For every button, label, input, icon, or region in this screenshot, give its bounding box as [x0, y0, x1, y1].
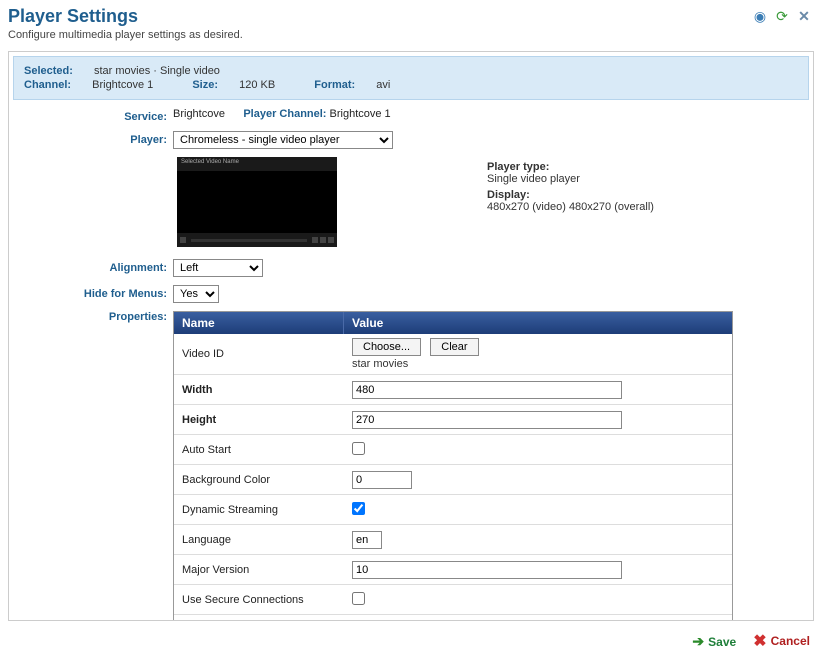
clear-button[interactable]: Clear [430, 338, 478, 356]
help-icon[interactable]: ◉ [752, 8, 768, 24]
prop-name: Width [174, 380, 344, 400]
prop-name: Auto Start [174, 440, 344, 460]
save-label: Save [708, 635, 736, 649]
height-input[interactable] [352, 411, 622, 429]
auto-start-checkbox[interactable] [352, 442, 365, 455]
table-row-show-no-content: Show No Content [174, 615, 732, 621]
hide-for-menus-select[interactable]: Yes [173, 285, 219, 303]
prop-name: Use Secure Connections [174, 590, 344, 610]
table-row-language: Language [174, 525, 732, 555]
alignment-label: Alignment: [13, 259, 173, 277]
dynamic-streaming-checkbox[interactable] [352, 502, 365, 515]
player-label: Player: [13, 131, 173, 149]
language-input[interactable] [352, 531, 382, 549]
display-label: Display: [487, 189, 654, 201]
prop-name: Video ID [174, 344, 344, 364]
player-select[interactable]: Chromeless - single video player [173, 131, 393, 149]
service-label: Service: [13, 108, 173, 123]
size-label: Size: [192, 79, 218, 91]
channel-label: Channel: [24, 79, 71, 91]
major-version-input[interactable] [352, 561, 622, 579]
prop-name: Show No Content [174, 620, 344, 622]
table-row-video-id: Video ID Choose... Clear star movies [174, 334, 732, 375]
hide-for-menus-label: Hide for Menus: [13, 285, 173, 303]
size-value: 120 KB [239, 79, 275, 91]
service-value: Brightcove [173, 108, 225, 120]
cancel-label: Cancel [771, 634, 810, 648]
preview-titlebar: Selected Video Name [177, 157, 337, 171]
save-arrow-icon: ➔ [692, 633, 704, 650]
player-type-label: Player type: [487, 161, 654, 173]
table-row-bg-color: Background Color [174, 465, 732, 495]
properties-label: Properties: [13, 311, 173, 621]
refresh-icon[interactable]: ⟳ [774, 8, 790, 24]
properties-body[interactable]: Video ID Choose... Clear star movies Wid… [174, 334, 732, 621]
alignment-row: Alignment: Left [9, 255, 813, 281]
width-input[interactable] [352, 381, 622, 399]
col-value-header: Value [344, 312, 732, 334]
player-channel-label: Player Channel: [243, 108, 326, 120]
player-preview: Selected Video Name [177, 157, 337, 247]
channel-value: Brightcove 1 [92, 79, 153, 91]
player-type-value: Single video player [487, 173, 654, 185]
save-button[interactable]: ➔ Save [692, 633, 736, 650]
alignment-select[interactable]: Left [173, 259, 263, 277]
table-row-major-version: Major Version [174, 555, 732, 585]
service-row: Service: Brightcove Player Channel: Brig… [9, 104, 813, 127]
prop-name: Major Version [174, 560, 344, 580]
hide-for-menus-row: Hide for Menus: Yes [9, 281, 813, 307]
secure-checkbox[interactable] [352, 592, 365, 605]
prop-name: Dynamic Streaming [174, 500, 344, 520]
choose-button[interactable]: Choose... [352, 338, 421, 356]
cancel-x-icon: ✖ [753, 631, 766, 651]
player-row: Player: Chromeless - single video player [9, 127, 813, 153]
preview-controls [177, 233, 337, 247]
settings-scroll-area[interactable]: Selected: star movies · Single video Cha… [8, 51, 814, 621]
player-channel-value: Brightcove 1 [330, 108, 391, 120]
footer: ➔ Save ✖ Cancel [0, 625, 822, 661]
page-title: Player Settings [8, 6, 814, 27]
selected-value: star movies · Single video [94, 65, 220, 77]
cancel-button[interactable]: ✖ Cancel [753, 631, 810, 651]
format-label: Format: [314, 79, 355, 91]
table-row-auto-start: Auto Start [174, 435, 732, 465]
table-row-width: Width [174, 375, 732, 405]
bg-color-input[interactable] [352, 471, 412, 489]
table-row-dynamic-streaming: Dynamic Streaming [174, 495, 732, 525]
prop-name: Background Color [174, 470, 344, 490]
video-id-subtext: star movies [352, 358, 724, 370]
prop-name: Height [174, 410, 344, 430]
display-value: 480x270 (video) 480x270 (overall) [487, 201, 654, 213]
page-subtitle: Configure multimedia player settings as … [8, 29, 814, 41]
selected-label: Selected: [24, 65, 73, 77]
properties-table: Name Value Video ID Choose... Clear star… [173, 311, 733, 621]
properties-header: Name Value [174, 312, 732, 334]
page-header: Player Settings Configure multimedia pla… [0, 0, 822, 45]
player-meta: Player type: Single video player Display… [487, 157, 654, 247]
col-name-header: Name [174, 312, 344, 334]
table-row-height: Height [174, 405, 732, 435]
properties-section: Properties: Name Value Video ID Choose..… [13, 311, 809, 621]
selected-info-bar: Selected: star movies · Single video Cha… [13, 56, 809, 100]
close-icon[interactable]: ✕ [796, 8, 812, 24]
prop-name: Language [174, 530, 344, 550]
table-row-secure: Use Secure Connections [174, 585, 732, 615]
format-value: avi [376, 79, 390, 91]
